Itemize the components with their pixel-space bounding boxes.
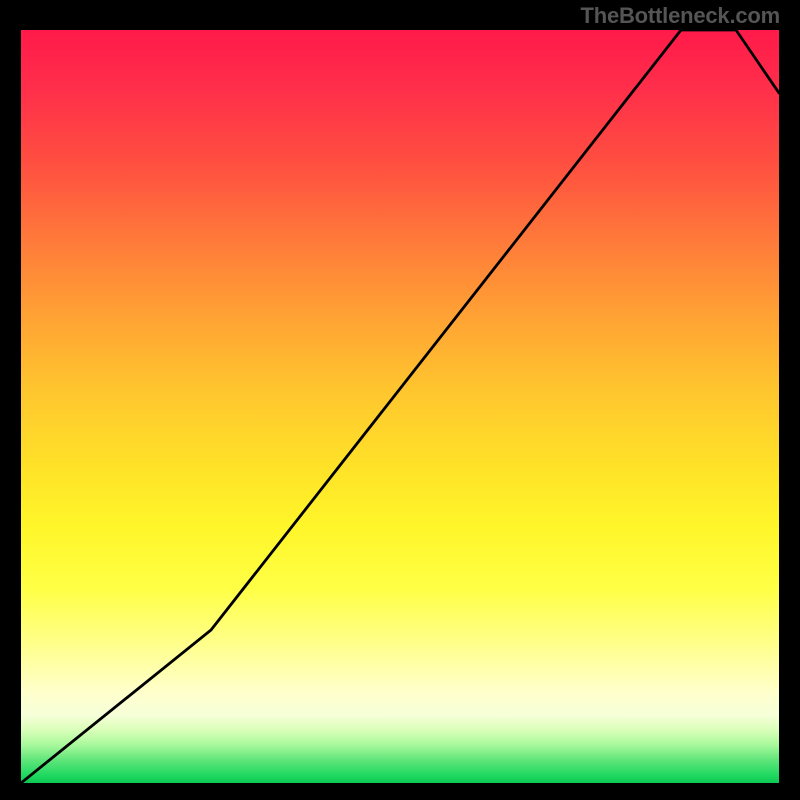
curve-line [21, 30, 779, 783]
chart-container: TheBottleneck.com [0, 0, 800, 800]
brand-watermark: TheBottleneck.com [580, 3, 780, 29]
plot-area [21, 30, 779, 783]
